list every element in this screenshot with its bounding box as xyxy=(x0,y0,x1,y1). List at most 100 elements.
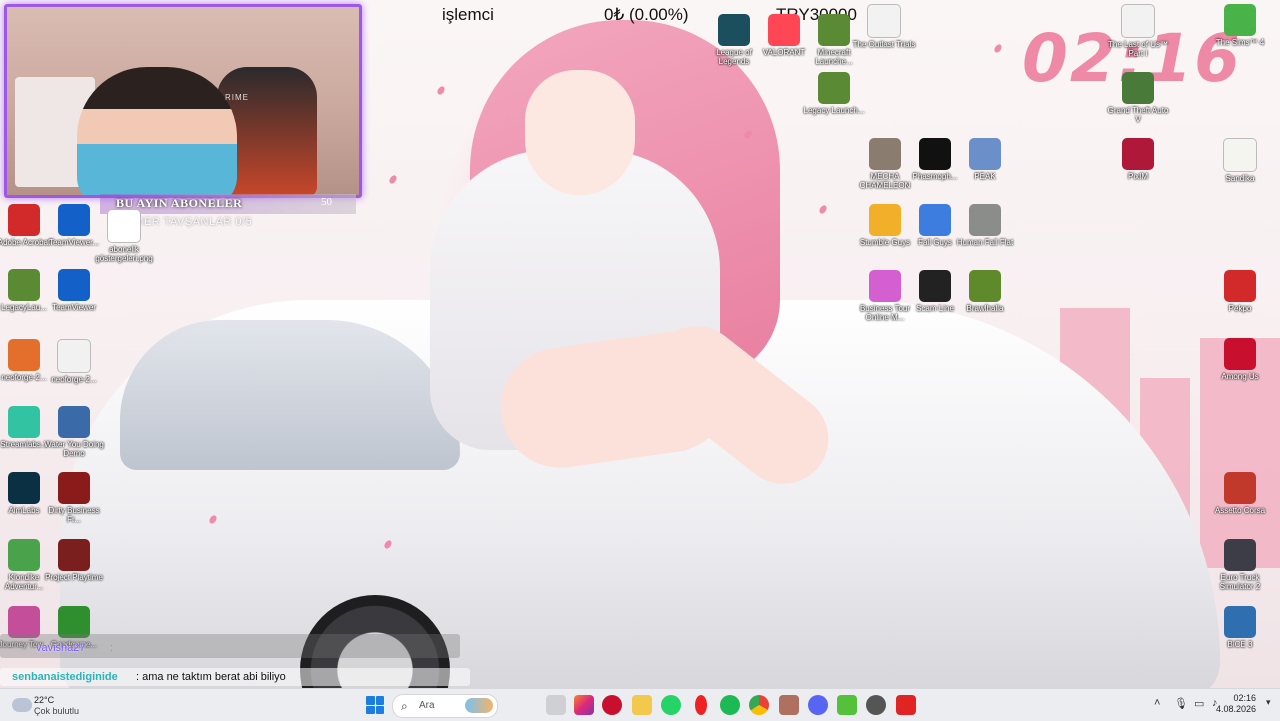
desktop-icon[interactable]: Dirty Business Fr... xyxy=(42,468,106,532)
cloud-icon xyxy=(12,698,32,712)
chat-prev-separator: : xyxy=(110,642,114,654)
desktop-icon[interactable]: neoforge-2... xyxy=(42,335,106,399)
file-icon xyxy=(107,209,141,243)
java-icon xyxy=(8,339,40,371)
game-icon xyxy=(1224,606,1256,638)
instagram-icon[interactable] xyxy=(574,695,594,715)
windows-logo-tile xyxy=(366,705,375,714)
chevron-up-icon[interactable]: ˄ xyxy=(1154,697,1160,709)
petal xyxy=(435,85,447,96)
chat-text: : ama ne taktım berat abi biliyo xyxy=(136,671,286,683)
subs-count: 50 xyxy=(321,196,332,208)
desktop-icon[interactable]: Assetto Corsa xyxy=(1208,468,1272,532)
tray-clock[interactable]: 02:16 4.08.2026 xyxy=(1216,693,1256,715)
search-placeholder: Ara xyxy=(419,700,435,711)
pin-icon[interactable] xyxy=(695,695,707,715)
desktop-icon[interactable]: PEAK xyxy=(953,134,1017,198)
obs-icon[interactable] xyxy=(866,695,886,715)
whatsapp-icon[interactable] xyxy=(661,695,681,715)
desktop-icon-label: Legacy Launch... xyxy=(803,106,865,115)
amongus-icon xyxy=(1224,338,1256,370)
discord-icon[interactable] xyxy=(808,695,828,715)
tray-time: 02:16 xyxy=(1233,693,1256,703)
desktop-icon[interactable]: abonelik göstergeleri.png xyxy=(92,205,156,269)
game-icon xyxy=(1224,472,1256,504)
desktop-icon[interactable]: Among Us xyxy=(1208,334,1272,398)
teamviewer-icon xyxy=(58,269,90,301)
notification-icon[interactable]: ▾ xyxy=(1266,697,1271,708)
petal xyxy=(387,174,399,185)
desktop-icon-label: Euro Truck Simulator 2 xyxy=(1219,573,1261,591)
weather-temperature: 22°C xyxy=(34,695,55,705)
network-icon[interactable]: ▭ xyxy=(1194,697,1204,710)
pixim-icon xyxy=(1122,138,1154,170)
wallpaper-character-face xyxy=(525,70,635,195)
weather-description: Çok bulutlu xyxy=(34,706,80,716)
chat-overlay: vavisha27 : senbanaistediginide : ama ne… xyxy=(0,634,470,686)
game-icon xyxy=(969,270,1001,302)
desktop-icon[interactable]: BiCE 3 xyxy=(1208,602,1272,666)
desktop-icon[interactable]: Euro Truck Simulator 2 xyxy=(1208,535,1272,599)
chat-message: senbanaistediginide : ama ne taktım bera… xyxy=(0,668,470,686)
desktop-icon-label: PEAK xyxy=(974,172,996,181)
minecraft-icon xyxy=(818,14,850,46)
desktop-icon[interactable]: Pekpo xyxy=(1208,266,1272,330)
desktop-icon[interactable]: The Sims™ 4 xyxy=(1208,0,1272,64)
photos-icon[interactable] xyxy=(779,695,799,715)
desktop-icon-label: The Sims™ 4 xyxy=(1215,38,1265,47)
desktop-icon[interactable]: Brawlhalla xyxy=(953,266,1017,330)
desktop-icon[interactable]: Water You Doing Demo xyxy=(42,402,106,466)
desktop-icon[interactable]: Legacy Launch... xyxy=(802,68,866,132)
phasmophobia-icon xyxy=(919,138,951,170)
windows-logo-tile xyxy=(366,696,375,705)
desktop-icon[interactable]: The Last of Us™ Part I xyxy=(1106,0,1170,64)
question-icon xyxy=(58,406,90,438)
desktop-icon[interactable]: Grand Theft Auto V xyxy=(1106,68,1170,132)
desktop-icon-label: Among Us xyxy=(1221,372,1259,381)
sandika-icon xyxy=(1223,138,1257,172)
game-icon xyxy=(919,270,951,302)
desktop-icon-label: Project Playtime xyxy=(45,573,103,582)
minecraft-icon xyxy=(818,72,850,104)
desktop-icon-label: abonelik göstergeleri.png xyxy=(95,245,153,263)
desktop-icon-label: The Last of Us™ Part I xyxy=(1107,40,1169,58)
petal xyxy=(992,43,1004,54)
desktop-icon[interactable]: Sandika xyxy=(1208,134,1272,198)
spotify-icon[interactable] xyxy=(720,695,740,715)
game-icon xyxy=(58,472,90,504)
game-icon xyxy=(919,204,951,236)
start-button[interactable] xyxy=(366,696,384,714)
microphone-icon[interactable]: 🎙 xyxy=(1174,697,1188,710)
cpu-label: işlemci xyxy=(442,5,494,24)
opera-icon[interactable] xyxy=(602,695,622,715)
minecraft-icon xyxy=(8,269,40,301)
chrome-icon[interactable] xyxy=(749,695,769,715)
valorant-icon xyxy=(768,14,800,46)
search-highlight-icon xyxy=(465,698,493,713)
desktop-icon[interactable]: The Outlast Trials xyxy=(852,0,916,64)
desktop-icon-label: Sandika xyxy=(1225,174,1255,183)
task-view-icon[interactable] xyxy=(546,695,566,715)
taskbar-search[interactable]: ⌕ Ara xyxy=(392,694,498,718)
chat-previous-message: vavisha27 : xyxy=(0,634,460,658)
game-icon xyxy=(1224,270,1256,302)
desktop-icon[interactable]: PixIM xyxy=(1106,134,1170,198)
search-icon: ⌕ xyxy=(401,699,408,713)
chair-brand-text: RIME xyxy=(225,93,249,102)
desktop-icon[interactable]: TeamViewer xyxy=(42,265,106,329)
desktop-icon-label: The Outlast Trials xyxy=(852,40,916,49)
petal xyxy=(817,204,829,215)
file-icon xyxy=(57,339,91,373)
app-icon[interactable] xyxy=(896,695,916,715)
file-explorer-icon[interactable] xyxy=(632,695,652,715)
desktop-icon-label: PixIM xyxy=(1128,172,1148,181)
desktop-icon-label: neoforge-2... xyxy=(51,375,97,384)
sims-icon xyxy=(1224,4,1256,36)
desktop-icon[interactable]: Human Fall Flat xyxy=(953,200,1017,264)
peak-icon xyxy=(969,138,1001,170)
chat-username: senbanaistediginide xyxy=(12,671,118,683)
desktop-icon[interactable]: Project Playtime xyxy=(42,535,106,599)
streamlabs-icon[interactable] xyxy=(837,695,857,715)
desktop-icon-label: BiCE 3 xyxy=(1227,640,1253,649)
game-icon xyxy=(58,539,90,571)
